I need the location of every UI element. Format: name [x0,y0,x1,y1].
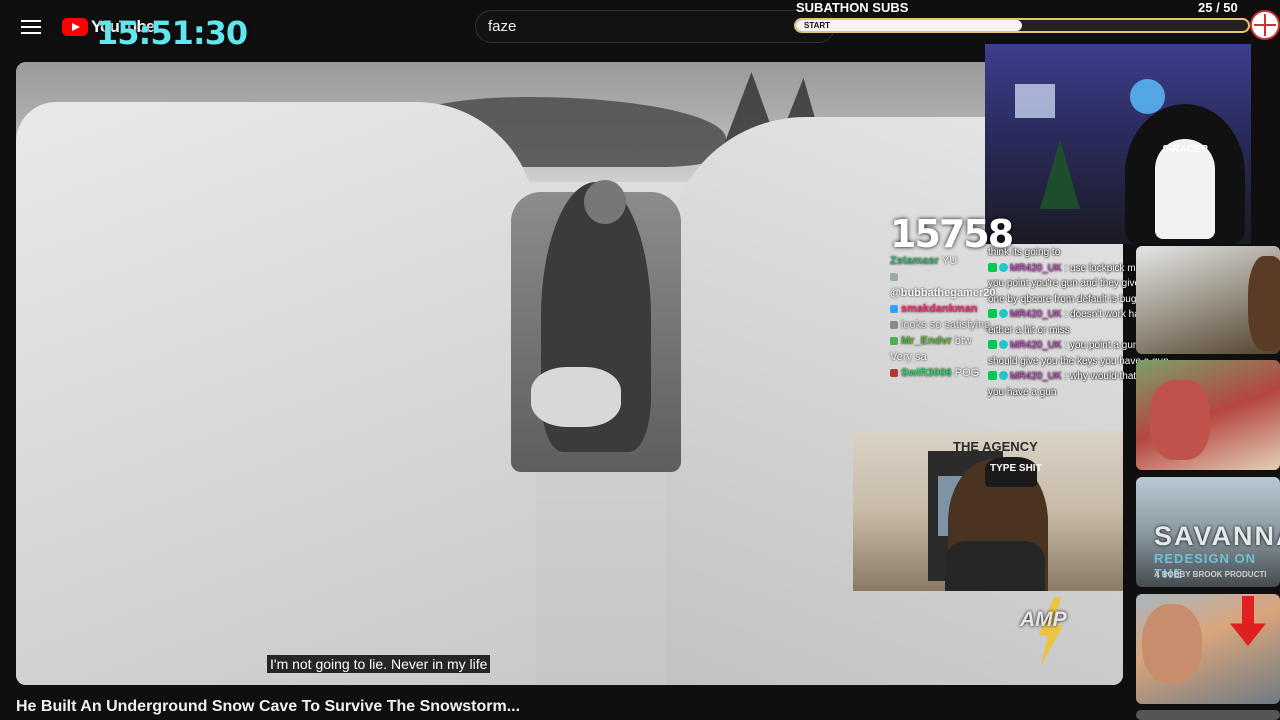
video-caption: I'm not going to lie. Never in my life [267,655,491,673]
thumbnail-credit: A BOBBY BROOK PRODUCTI [1154,570,1267,579]
subathon-title: SUBATHON SUBS [796,0,909,15]
subathon-start-label: START [804,21,831,30]
chat-text: YU [941,255,958,267]
recommended-thumbnail[interactable] [1136,246,1280,354]
chat-text: btw [954,335,972,347]
streamer-sweater [945,541,1045,591]
chat-user: @bubbathegamer20 [890,287,996,299]
chat-user: MR420_UK [1010,309,1062,320]
cam-light [1130,79,1165,114]
streamer-cam-bottom: THE AGENCY TYPE SHIT [853,431,1123,591]
thumbnail-title: SAVANNA [1154,521,1280,551]
chat-user: Mr_Endvr [901,335,952,347]
chat-badge-icon [999,309,1008,318]
subathon-progress-bar: START [794,18,1250,33]
recommended-thumbnail[interactable] [1136,594,1280,704]
amp-logo: AMP [1020,608,1067,631]
chat-user: MR420_UK [1010,371,1062,382]
recommended-thumbnail[interactable] [1136,710,1280,720]
christmas-tree [1040,139,1080,209]
person-head [584,180,626,224]
dog [531,367,621,427]
chat-user: smakdankman [901,303,978,315]
chat-user: MR420_UK [1010,262,1062,274]
menu-icon[interactable] [18,16,44,38]
chat-badge-icon [988,262,997,272]
snow-wall-left [16,102,536,685]
chat-badge-icon [890,273,898,281]
subathon-count: 25 / 50 [1198,0,1238,15]
chat-badge-icon [890,369,898,377]
chat-user: Zstamasr [890,255,939,267]
chat-badge-icon [988,371,997,380]
chat-badge-icon [999,340,1008,349]
chat-text: looks so satisfying [901,319,991,331]
recommended-thumbnail[interactable] [1136,360,1280,470]
streamer-cam-top: S-RACER [985,44,1251,244]
chat-badge-icon [890,305,898,313]
chat-badge-icon [890,337,898,345]
chat-user: MR420_UK [1010,340,1062,351]
chat-text: POG [954,367,980,379]
video-title[interactable]: He Built An Underground Snow Cave To Sur… [16,698,520,716]
wall-sign: THE AGENCY [953,439,1038,454]
chat-badge-icon [988,340,997,349]
thumbnail-person [1150,380,1210,460]
youtube-play-icon [62,18,88,36]
chat-badge-icon [988,309,997,318]
red-arrow-icon [1230,596,1266,646]
chat-text: Very sa [890,351,927,363]
search-input[interactable]: faze [475,10,835,43]
chat-badge-icon [999,262,1008,272]
cam-window [1015,84,1055,118]
stream-clock: 15:51:30 [96,14,248,52]
chat-badge-icon [890,321,898,329]
crosshair-icon [1250,10,1280,40]
thumbnail-person [1142,604,1202,684]
recommended-thumbnail[interactable]: SAVANNA REDESIGN ON THE A BOBBY BROOK PR… [1136,477,1280,587]
chair-brand-label: S-RACER [1162,144,1208,155]
thumbnail-person [1248,256,1280,351]
hat-label: TYPE SHIT [990,463,1042,474]
chat-badge-icon [999,371,1008,380]
chat-user: Swift3006 [901,367,952,379]
